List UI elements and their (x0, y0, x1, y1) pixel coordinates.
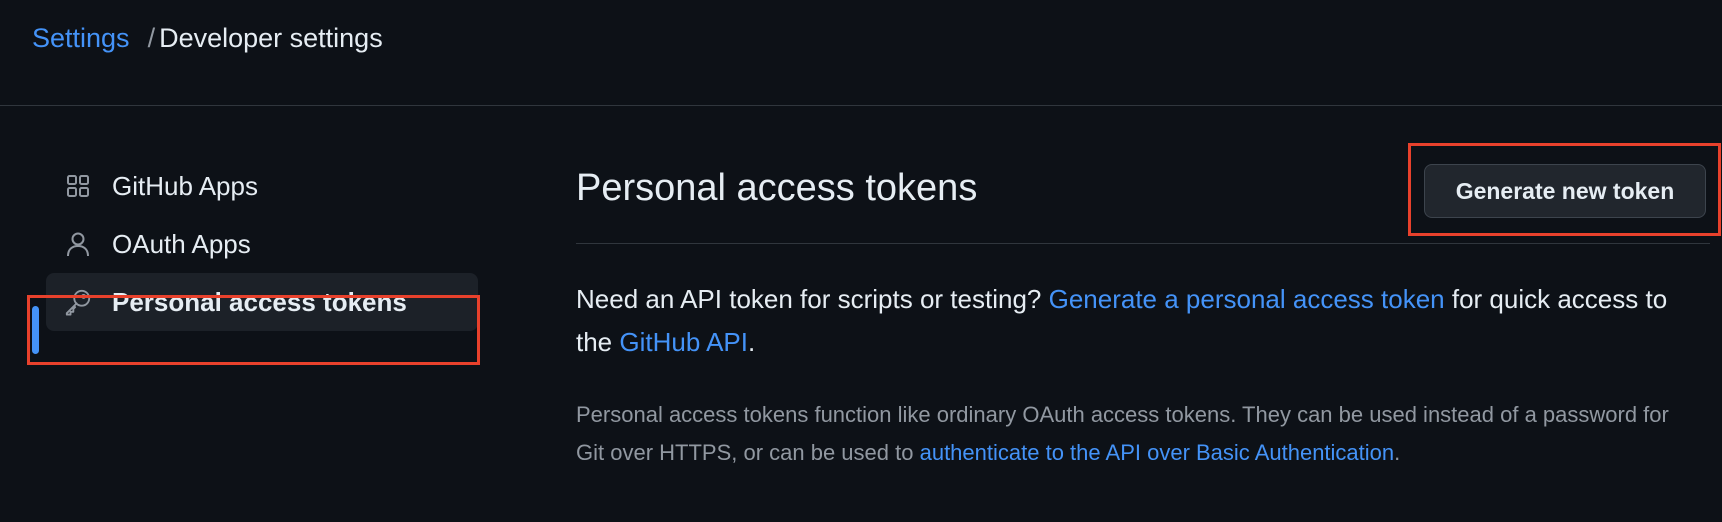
sidebar-item-oauth-apps[interactable]: OAuth Apps (46, 215, 478, 273)
sidebar-item-label: Personal access tokens (112, 286, 407, 317)
basic-auth-link[interactable]: authenticate to the API over Basic Authe… (920, 440, 1395, 465)
sidebar-item-personal-access-tokens[interactable]: Personal access tokens (46, 273, 478, 331)
intro-text: Need an API token for scripts or testing… (576, 278, 1696, 364)
intro-text-part: . (748, 327, 756, 357)
sidebar-item-label: GitHub Apps (112, 170, 258, 201)
apps-grid-icon (64, 172, 92, 200)
intro-text-part: Need an API token for scripts or testing… (576, 284, 1049, 314)
github-api-link[interactable]: GitHub API (619, 327, 748, 357)
breadcrumb: Settings / Developer settings (32, 20, 383, 56)
key-icon (64, 288, 92, 316)
description-text: Personal access tokens function like ord… (576, 396, 1696, 472)
active-indicator (32, 306, 39, 354)
breadcrumb-separator: / (147, 23, 156, 53)
generate-token-link[interactable]: Generate a personal access token (1049, 284, 1445, 314)
divider (576, 243, 1710, 244)
person-icon (64, 230, 92, 258)
sidebar-item-label: OAuth Apps (112, 228, 251, 259)
sidebar-item-github-apps[interactable]: GitHub Apps (46, 157, 478, 215)
breadcrumb-current: Developer settings (159, 23, 383, 53)
description-text-part: . (1394, 440, 1401, 465)
breadcrumb-settings-link[interactable]: Settings (32, 23, 130, 53)
main-content: Personal access tokens Generate new toke… (576, 106, 1722, 522)
generate-new-token-button[interactable]: Generate new token (1424, 164, 1706, 218)
page-header: Settings / Developer settings (0, 0, 1722, 106)
page-title: Personal access tokens (576, 167, 978, 209)
sidebar-nav: GitHub Apps OAuth Apps Personal access t… (0, 106, 500, 522)
